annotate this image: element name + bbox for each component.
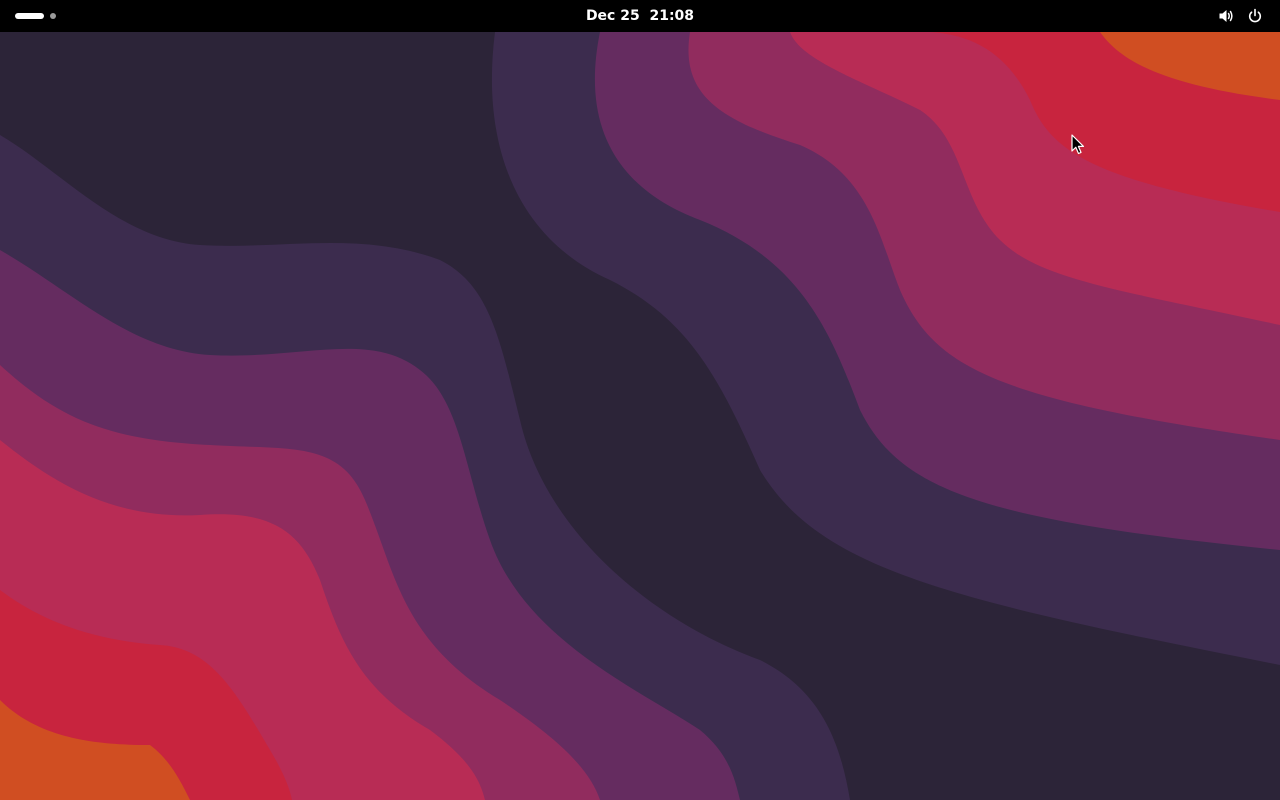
activities-button[interactable] [8,6,64,26]
workspace-indicator-dot [50,13,56,19]
clock-date: Dec 25 [585,8,640,24]
volume-icon [1219,10,1233,22]
top-bar: Dec 25 21:08 [0,0,1280,32]
power-icon [1248,8,1262,23]
desktop[interactable]: Dec 25 21:08 [0,0,1280,800]
clock-time: 21:08 [649,8,695,24]
mouse-pointer-icon [1071,134,1085,155]
desktop-wallpaper [0,0,1280,800]
system-menu-button[interactable] [1208,4,1272,28]
date-time-menu[interactable]: Dec 25 21:08 [580,4,700,28]
workspace-indicator-active [15,13,44,19]
